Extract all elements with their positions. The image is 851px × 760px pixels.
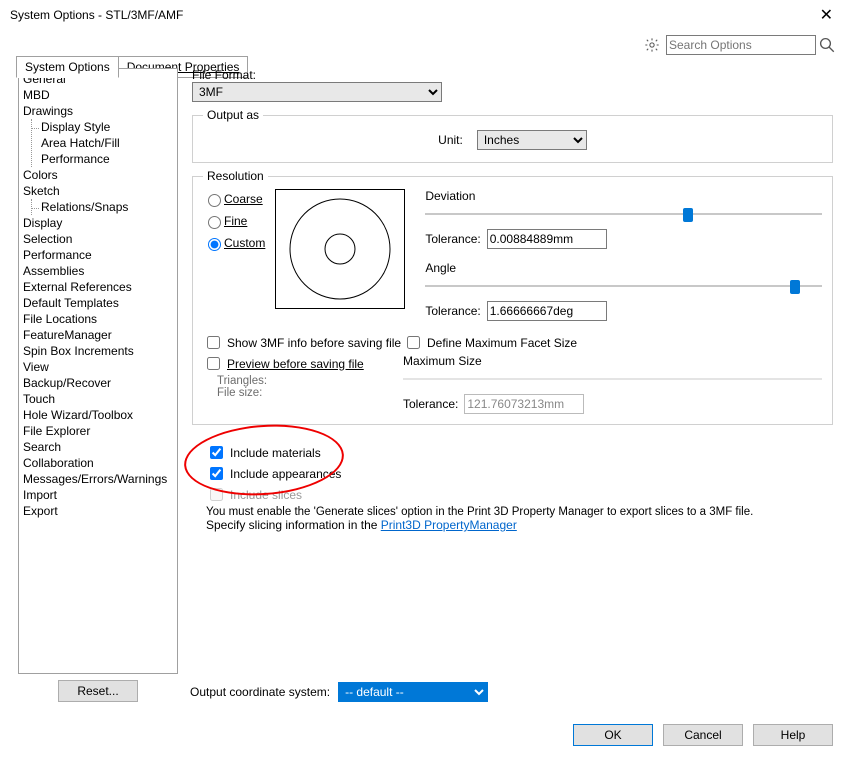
search-box[interactable] xyxy=(643,34,837,56)
nav-assemblies[interactable]: Assemblies xyxy=(23,263,173,279)
unit-label: Unit: xyxy=(438,133,463,147)
nav-display[interactable]: Display xyxy=(23,215,173,231)
output-as-group: Output as Unit: Inches xyxy=(192,108,833,163)
radio-coarse[interactable]: Coarse xyxy=(203,191,265,207)
nav-spin-box[interactable]: Spin Box Increments xyxy=(23,343,173,359)
reset-button[interactable]: Reset... xyxy=(58,680,137,702)
nav-featuremanager[interactable]: FeatureManager xyxy=(23,327,173,343)
nav-file-locations[interactable]: File Locations xyxy=(23,311,173,327)
radio-fine[interactable]: Fine xyxy=(203,213,265,229)
search-icon xyxy=(818,36,836,54)
window-title: System Options - STL/3MF/AMF xyxy=(10,8,812,22)
ok-button[interactable]: OK xyxy=(573,724,653,746)
slices-note-2: Specify slicing information in the xyxy=(206,518,381,532)
nav-touch[interactable]: Touch xyxy=(23,391,173,407)
nav-default-templates[interactable]: Default Templates xyxy=(23,295,173,311)
nav-selection[interactable]: Selection xyxy=(23,231,173,247)
include-materials-checkbox[interactable]: Include materials xyxy=(206,443,833,462)
nav-drawings[interactable]: Drawings xyxy=(23,103,173,119)
show-info-checkbox[interactable]: Show 3MF info before saving file xyxy=(203,333,403,352)
angle-slider[interactable] xyxy=(425,277,822,297)
file-format-select[interactable]: 3MF xyxy=(192,82,442,102)
search-input[interactable] xyxy=(666,35,816,55)
nav-messages[interactable]: Messages/Errors/Warnings xyxy=(23,471,173,487)
nav-area-hatch[interactable]: Area Hatch/Fill xyxy=(41,135,173,151)
nav-relations-snaps[interactable]: Relations/Snaps xyxy=(41,199,173,215)
nav-sketch[interactable]: Sketch xyxy=(23,183,173,199)
file-format-label: File Format: xyxy=(192,68,827,82)
max-size-label: Maximum Size xyxy=(403,354,822,368)
nav-performance[interactable]: Performance xyxy=(23,247,173,263)
max-tol-label: Tolerance: xyxy=(403,397,458,411)
nav-collaboration[interactable]: Collaboration xyxy=(23,455,173,471)
angle-label: Angle xyxy=(425,261,822,275)
nav-display-style[interactable]: Display Style xyxy=(41,119,173,135)
unit-select[interactable]: Inches xyxy=(477,130,587,150)
resolution-preview xyxy=(275,189,405,309)
deviation-tolerance-input[interactable] xyxy=(487,229,607,249)
angle-tolerance-input[interactable] xyxy=(487,301,607,321)
filesize-label: File size: xyxy=(203,387,403,399)
radio-custom[interactable]: Custom xyxy=(203,235,265,251)
help-button[interactable]: Help xyxy=(753,724,833,746)
cancel-button[interactable]: Cancel xyxy=(663,724,743,746)
nav-export[interactable]: Export xyxy=(23,503,173,519)
print3d-link[interactable]: Print3D PropertyManager xyxy=(381,518,517,532)
max-size-slider xyxy=(403,370,822,390)
nav-backup[interactable]: Backup/Recover xyxy=(23,375,173,391)
nav-colors[interactable]: Colors xyxy=(23,167,173,183)
nav-view[interactable]: View xyxy=(23,359,173,375)
nav-search[interactable]: Search xyxy=(23,439,173,455)
define-max-checkbox[interactable]: Define Maximum Facet Size xyxy=(403,333,822,352)
include-slices-checkbox: Include slices xyxy=(206,485,833,504)
max-size-input xyxy=(464,394,584,414)
category-tree: General MBD Drawings Display Style Area … xyxy=(18,68,178,674)
nav-import[interactable]: Import xyxy=(23,487,173,503)
include-appearances-checkbox[interactable]: Include appearances xyxy=(206,464,833,483)
deviation-slider[interactable] xyxy=(425,205,822,225)
coord-label: Output coordinate system: xyxy=(190,685,330,699)
nav-file-explorer[interactable]: File Explorer xyxy=(23,423,173,439)
preview-checkbox[interactable]: Preview before saving file xyxy=(203,354,403,373)
triangles-label: Triangles: xyxy=(203,375,403,387)
slices-note-1: You must enable the 'Generate slices' op… xyxy=(206,506,833,518)
dev-tol-label: Tolerance: xyxy=(425,232,480,246)
angle-tol-label: Tolerance: xyxy=(425,304,480,318)
nav-external-refs[interactable]: External References xyxy=(23,279,173,295)
deviation-label: Deviation xyxy=(425,189,822,203)
nav-hole-wizard[interactable]: Hole Wizard/Toolbox xyxy=(23,407,173,423)
resolution-legend: Resolution xyxy=(203,169,268,183)
coord-system-select[interactable]: -- default -- xyxy=(338,682,488,702)
nav-drawings-performance[interactable]: Performance xyxy=(41,151,173,167)
resolution-group: Resolution Coarse Fine Custom Deviation … xyxy=(192,169,833,425)
gear-icon xyxy=(644,37,660,53)
close-icon[interactable]: ✕ xyxy=(812,1,841,29)
tab-system-options[interactable]: System Options xyxy=(16,56,119,78)
nav-mbd[interactable]: MBD xyxy=(23,87,173,103)
output-as-legend: Output as xyxy=(203,108,263,122)
